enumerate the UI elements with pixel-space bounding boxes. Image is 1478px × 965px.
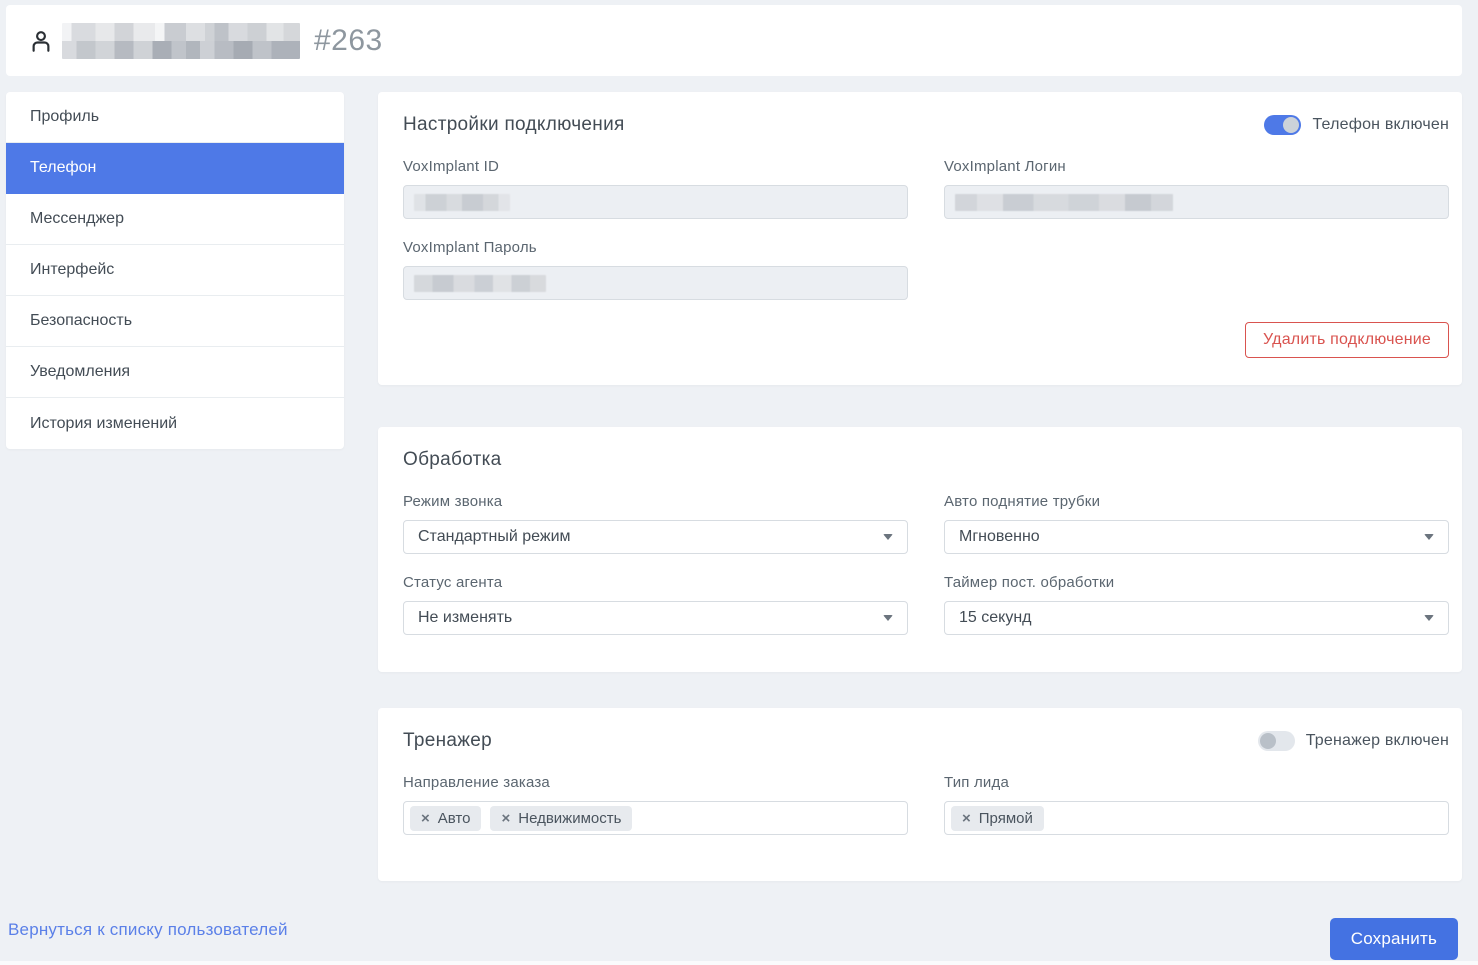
voximplant-login-field-group: VoxImplant Логин (944, 158, 1449, 219)
voximplant-password-input (403, 266, 908, 300)
connection-settings-card: Настройки подключения Телефон включен Vo… (378, 92, 1462, 385)
voximplant-password-label: VoxImplant Пароль (403, 239, 908, 256)
remove-chip-icon[interactable] (962, 811, 971, 826)
call-mode-field-group: Режим звонка Стандартный режим (403, 493, 908, 554)
lead-type-field-group: Тип лида Прямой (944, 774, 1449, 835)
sidebar-item-profile[interactable]: Профиль (6, 92, 344, 143)
chip-real-estate: Недвижимость (490, 806, 632, 831)
agent-status-label: Статус агента (403, 574, 908, 591)
postprocess-timer-label: Таймер пост. обработки (944, 574, 1449, 591)
bottom-strip (0, 961, 1478, 965)
sidebar-item-interface[interactable]: Интерфейс (6, 245, 344, 296)
order-direction-field-group: Направление заказа Авто Недвижимость (403, 774, 908, 835)
voximplant-id-field-group: VoxImplant ID (403, 158, 908, 219)
chevron-down-icon (1424, 615, 1434, 621)
user-number: #263 (314, 24, 383, 58)
sidebar-item-history[interactable]: История изменений (6, 398, 344, 449)
redacted-value (414, 194, 510, 211)
sidebar-item-phone[interactable]: Телефон (6, 143, 344, 194)
page-header: #263 (6, 5, 1462, 76)
trainer-card: Тренажер Тренажер включен Направление за… (378, 708, 1462, 881)
delete-connection-button[interactable]: Удалить подключение (1245, 322, 1449, 358)
phone-enabled-toggle-label: Телефон включен (1312, 116, 1449, 134)
chevron-down-icon (883, 615, 893, 621)
postprocess-timer-value: 15 секунд (959, 609, 1032, 627)
remove-chip-icon[interactable] (421, 811, 430, 826)
sidebar-item-notifications[interactable]: Уведомления (6, 347, 344, 398)
voximplant-login-label: VoxImplant Логин (944, 158, 1449, 175)
auto-answer-label: Авто поднятие трубки (944, 493, 1449, 510)
voximplant-password-field-group: VoxImplant Пароль (403, 239, 908, 300)
lead-type-multiselect[interactable]: Прямой (944, 801, 1449, 835)
user-settings-page: #263 Профиль Телефон Мессенджер Интерфей… (0, 0, 1478, 965)
voximplant-id-input (403, 185, 908, 219)
chevron-down-icon (883, 534, 893, 540)
voximplant-id-label: VoxImplant ID (403, 158, 908, 175)
auto-answer-field-group: Авто поднятие трубки Мгновенно (944, 493, 1449, 554)
redacted-value (955, 194, 1173, 211)
settings-sidebar: Профиль Телефон Мессенджер Интерфейс Без… (6, 92, 344, 449)
chip-label: Прямой (979, 810, 1033, 827)
agent-status-field-group: Статус агента Не изменять (403, 574, 908, 635)
sidebar-item-security[interactable]: Безопасность (6, 296, 344, 347)
order-direction-label: Направление заказа (403, 774, 908, 791)
toggle-on-icon[interactable] (1264, 115, 1301, 135)
call-mode-label: Режим звонка (403, 493, 908, 510)
save-button[interactable]: Сохранить (1330, 918, 1458, 960)
agent-status-select[interactable]: Не изменять (403, 601, 908, 635)
voximplant-login-input (944, 185, 1449, 219)
chip-label: Недвижимость (518, 810, 621, 827)
redacted-value (414, 275, 546, 292)
toggle-off-icon[interactable] (1258, 731, 1295, 751)
sidebar-item-messenger[interactable]: Мессенджер (6, 194, 344, 245)
connection-card-title: Настройки подключения (403, 114, 625, 136)
lead-type-label: Тип лида (944, 774, 1449, 791)
postprocess-timer-field-group: Таймер пост. обработки 15 секунд (944, 574, 1449, 635)
remove-chip-icon[interactable] (501, 811, 510, 826)
trainer-enabled-toggle-label: Тренажер включен (1306, 732, 1449, 750)
auto-answer-value: Мгновенно (959, 528, 1040, 546)
processing-card-title: Обработка (403, 449, 502, 471)
chip-label: Авто (438, 810, 471, 827)
chip-direct: Прямой (951, 806, 1044, 831)
person-icon (28, 28, 54, 54)
call-mode-value: Стандартный режим (418, 528, 571, 546)
back-to-users-link[interactable]: Вернуться к списку пользователей (8, 920, 288, 940)
auto-answer-select[interactable]: Мгновенно (944, 520, 1449, 554)
postprocess-timer-select[interactable]: 15 секунд (944, 601, 1449, 635)
chevron-down-icon (1424, 534, 1434, 540)
trainer-card-title: Тренажер (403, 730, 492, 752)
call-mode-select[interactable]: Стандартный режим (403, 520, 908, 554)
phone-enabled-toggle[interactable]: Телефон включен (1264, 115, 1449, 135)
redacted-user-name (62, 23, 300, 59)
chip-auto: Авто (410, 806, 481, 831)
processing-card: Обработка Режим звонка Стандартный режим… (378, 427, 1462, 672)
agent-status-value: Не изменять (418, 609, 512, 627)
order-direction-multiselect[interactable]: Авто Недвижимость (403, 801, 908, 835)
trainer-enabled-toggle[interactable]: Тренажер включен (1258, 731, 1449, 751)
